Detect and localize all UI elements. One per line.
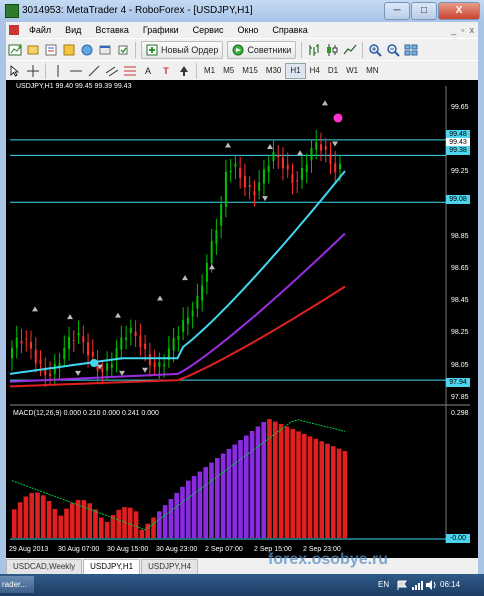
price-label: 98.65 xyxy=(451,265,469,272)
arrow-tool-icon[interactable] xyxy=(177,63,191,79)
watermark: forex.osobye.ru xyxy=(268,551,389,568)
expert-advisors-icon xyxy=(232,44,244,56)
timeframe-m1[interactable]: M1 xyxy=(200,64,219,78)
vertical-line-icon[interactable] xyxy=(51,63,65,79)
text-label-tool-icon[interactable]: T xyxy=(159,63,173,79)
timeframe-m5[interactable]: M5 xyxy=(219,64,238,78)
menu-file[interactable]: Файл xyxy=(22,25,58,35)
macd-scale-bottom: -0.00 xyxy=(446,534,470,543)
menu-window[interactable]: Окно xyxy=(231,25,266,35)
timeframe-m30[interactable]: M30 xyxy=(262,64,286,78)
toolbar-separator xyxy=(135,42,136,58)
chart-window[interactable] xyxy=(6,80,478,558)
time-label: 2 Sep 07:00 xyxy=(205,546,243,553)
chart-window-icon[interactable] xyxy=(9,25,19,35)
timeframe-h1[interactable]: H1 xyxy=(285,63,306,79)
menu-view[interactable]: Вид xyxy=(58,25,88,35)
close-button[interactable]: X xyxy=(438,2,480,20)
tab-usdjpy-h4[interactable]: USDJPY,H4 xyxy=(141,559,199,574)
mdi-restore-button[interactable]: ▫ xyxy=(461,25,464,35)
new-chart-icon[interactable]: + xyxy=(8,42,22,58)
taskbar: rader... EN 06:14 xyxy=(0,574,484,596)
volume-icon[interactable] xyxy=(425,579,437,591)
price-label: 99.65 xyxy=(451,104,469,111)
strategy-tester-icon[interactable] xyxy=(116,42,130,58)
price-label: 98.25 xyxy=(451,329,469,336)
hline-price-box: 99.38 xyxy=(446,146,470,155)
price-label: 97.85 xyxy=(451,394,469,401)
mdi-close-button[interactable]: x xyxy=(470,25,475,35)
profiles-icon[interactable] xyxy=(26,42,40,58)
hline-price-box: 99.08 xyxy=(446,195,470,204)
trendline-icon[interactable] xyxy=(87,63,101,79)
timeframe-w1[interactable]: W1 xyxy=(342,64,362,78)
menu-insert[interactable]: Вставка xyxy=(88,25,135,35)
svg-text:+: + xyxy=(17,43,22,51)
fibonacci-icon[interactable] xyxy=(123,63,137,79)
timeframe-mn[interactable]: MN xyxy=(362,64,382,78)
maximize-button[interactable]: □ xyxy=(411,2,437,20)
drawing-toolbar: A T M1 M5 M15 M30 H1 H4 D1 W1 MN xyxy=(6,60,478,82)
toolbar-separator xyxy=(362,42,364,58)
menu-charts[interactable]: Графики xyxy=(136,25,186,35)
hline-price-box: 97.94 xyxy=(446,378,470,387)
toolbar-separator xyxy=(301,42,303,58)
timeframe-m15[interactable]: M15 xyxy=(238,64,262,78)
mdi-controls: _ ▫ x xyxy=(451,25,478,35)
channel-icon[interactable] xyxy=(105,63,119,79)
navigator-icon[interactable] xyxy=(80,42,94,58)
toolbar-separator xyxy=(196,63,197,79)
flag-icon[interactable] xyxy=(396,579,408,591)
data-window-icon[interactable] xyxy=(62,42,76,58)
text-tool-icon[interactable]: A xyxy=(141,63,155,79)
zoom-out-icon[interactable] xyxy=(386,42,401,58)
network-icon[interactable] xyxy=(411,579,423,591)
clock: 06:14 xyxy=(440,580,461,589)
taskbar-app-item[interactable]: rader... xyxy=(0,576,34,593)
tile-windows-icon[interactable] xyxy=(404,42,418,58)
window-controls: ─ □ X xyxy=(384,2,480,20)
timeframe-d1[interactable]: D1 xyxy=(324,64,342,78)
price-label: 98.05 xyxy=(451,362,469,369)
expert-advisors-label: Советники xyxy=(247,45,292,55)
tab-usdcad-weekly[interactable]: USDCAD,Weekly xyxy=(6,559,83,574)
expert-advisors-button[interactable]: Советники xyxy=(227,41,297,59)
time-label: 30 Aug 07:00 xyxy=(58,546,100,553)
minimize-button[interactable]: ─ xyxy=(384,2,410,20)
menu-tools[interactable]: Сервис xyxy=(186,25,231,35)
title-bar: 3014953: MetaTrader 4 - RoboForex - [USD… xyxy=(0,0,484,22)
terminal-icon[interactable] xyxy=(98,42,112,58)
price-label: 98.85 xyxy=(451,233,469,240)
window-title: 3014953: MetaTrader 4 - RoboForex - [USD… xyxy=(22,5,253,16)
macd-scale-top: 0.298 xyxy=(451,410,469,417)
timeframe-h4[interactable]: H4 xyxy=(306,64,324,78)
time-label: 30 Aug 15:00 xyxy=(107,546,149,553)
time-label: 30 Aug 23:00 xyxy=(156,546,198,553)
crosshair-icon[interactable] xyxy=(26,63,40,79)
metatrader-logo-icon xyxy=(5,4,19,18)
cursor-icon[interactable] xyxy=(8,63,22,79)
zoom-in-icon[interactable] xyxy=(368,42,383,58)
line-chart-icon[interactable] xyxy=(343,42,357,58)
price-label: 98.45 xyxy=(451,297,469,304)
language-indicator[interactable]: EN xyxy=(378,580,389,589)
new-order-label: Новый Ордер xyxy=(161,45,219,55)
mdi-minimize-button[interactable]: _ xyxy=(451,25,456,35)
candlestick-chart-icon[interactable] xyxy=(325,42,339,58)
chart-header: USDJPY,H1 99.40 99.45 99.39 99.43 xyxy=(16,83,132,90)
horizontal-line-icon[interactable] xyxy=(69,63,83,79)
chart-tabs: USDCAD,Weekly USDJPY,H1 USDJPY,H4 xyxy=(6,558,478,574)
price-label: 99.25 xyxy=(451,168,469,175)
standard-toolbar: + Новый Ордер Советники xyxy=(6,38,478,62)
macd-header: MACD(12,26,9) 0.000 0.210 0.000 0.241 0.… xyxy=(13,410,159,417)
time-label: 29 Aug 2013 xyxy=(9,546,49,553)
new-order-icon xyxy=(146,44,158,56)
market-watch-icon[interactable] xyxy=(44,42,58,58)
menu-bar: Файл Вид Вставка Графики Сервис Окно Спр… xyxy=(6,22,478,38)
menu-help[interactable]: Справка xyxy=(265,25,314,35)
bar-chart-icon[interactable] xyxy=(307,42,321,58)
new-order-button[interactable]: Новый Ордер xyxy=(141,41,224,59)
tab-usdjpy-h1[interactable]: USDJPY,H1 xyxy=(83,559,141,574)
toolbar-separator xyxy=(45,63,46,79)
